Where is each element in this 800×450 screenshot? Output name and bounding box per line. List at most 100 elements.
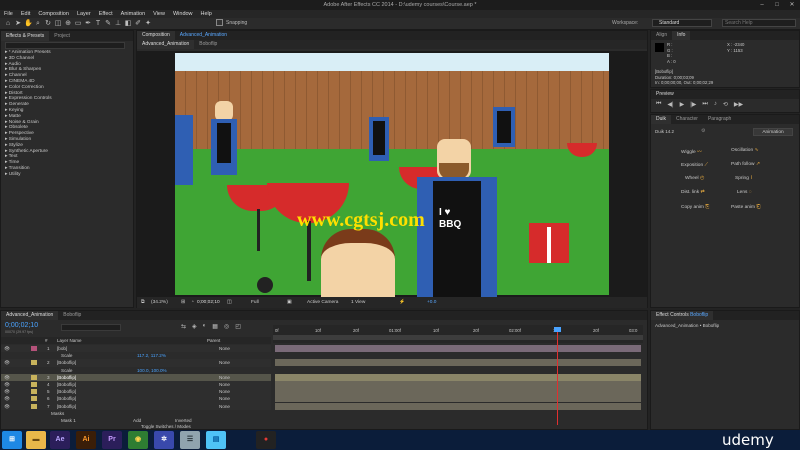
search-help-input[interactable] bbox=[722, 19, 796, 27]
mask-mode-select[interactable]: Add bbox=[133, 417, 141, 424]
menu-window[interactable]: Window bbox=[173, 10, 193, 18]
region-icon[interactable]: ▣ bbox=[287, 297, 292, 308]
playhead[interactable] bbox=[557, 329, 558, 425]
layer-bar[interactable] bbox=[275, 373, 641, 381]
menu-animation[interactable]: Animation bbox=[121, 10, 145, 18]
paste-anim-button[interactable]: Paste anim ⎗ bbox=[731, 204, 760, 210]
comp-mini-flow-icon[interactable]: ⇆ bbox=[181, 323, 186, 330]
views-select[interactable]: 1 View bbox=[351, 297, 365, 308]
home-icon[interactable]: ⌂ bbox=[4, 20, 12, 28]
workspace-select[interactable]: Standard bbox=[652, 19, 712, 27]
eye-icon[interactable]: 👁 bbox=[4, 395, 10, 402]
maximize-button[interactable]: □ bbox=[770, 0, 784, 10]
roto-brush-icon[interactable]: ✐ bbox=[134, 20, 142, 28]
layer-name[interactable]: [bob] bbox=[57, 345, 67, 352]
rectangle-tool-icon[interactable]: ▭ bbox=[74, 20, 82, 28]
wheel-button[interactable]: Wheel ◴ bbox=[685, 176, 704, 181]
menu-file[interactable]: File bbox=[4, 10, 13, 18]
eye-icon[interactable]: 👁 bbox=[4, 403, 10, 410]
layer-bar[interactable] bbox=[275, 381, 641, 388]
parent-select[interactable]: None bbox=[219, 388, 230, 395]
layer-name[interactable]: [Boboflip] bbox=[57, 395, 76, 402]
explorer-icon[interactable]: ▬ bbox=[26, 431, 46, 449]
tab-boboflip[interactable]: Boboflip bbox=[194, 40, 222, 49]
settings-icon[interactable]: ✲ bbox=[154, 431, 174, 449]
label-color[interactable] bbox=[31, 360, 37, 366]
work-area-bar[interactable] bbox=[273, 335, 643, 340]
tab-character[interactable]: Character bbox=[671, 115, 703, 124]
zoom-tool-icon[interactable]: ⌕ bbox=[34, 20, 42, 28]
menu-edit[interactable]: Edit bbox=[21, 10, 30, 18]
selection-tool-icon[interactable]: ➤ bbox=[14, 20, 22, 28]
table-row[interactable]: 👁 7 [Boboflip] None bbox=[1, 402, 271, 410]
prev-frame-icon[interactable]: ◀| bbox=[667, 101, 673, 108]
parent-select[interactable]: None bbox=[219, 381, 230, 388]
layer-bar[interactable] bbox=[275, 345, 641, 352]
eye-icon[interactable]: 👁 bbox=[4, 381, 10, 388]
label-color[interactable] bbox=[31, 374, 37, 380]
table-row[interactable]: 👁 3 [Boboflip] None bbox=[1, 373, 271, 381]
minimize-button[interactable]: – bbox=[755, 0, 769, 10]
eraser-tool-icon[interactable]: ◧ bbox=[124, 20, 132, 28]
menu-composition[interactable]: Composition bbox=[38, 10, 69, 18]
parent-select[interactable]: None bbox=[219, 345, 230, 352]
scale-value[interactable]: 117.2, 117.2% bbox=[137, 352, 166, 359]
playhead-handle[interactable] bbox=[554, 327, 561, 332]
layer-bar[interactable] bbox=[275, 359, 641, 367]
eye-icon[interactable]: 👁 bbox=[4, 359, 10, 366]
camera-select[interactable]: Active Camera bbox=[307, 297, 338, 308]
camera-tool-icon[interactable]: ◫ bbox=[54, 20, 62, 28]
layer-name[interactable]: [Boboflip] bbox=[57, 388, 76, 395]
composition-panel-title[interactable]: Composition bbox=[137, 31, 175, 40]
puppet-pin-icon[interactable]: ✦ bbox=[144, 20, 152, 28]
timeline-search-input[interactable] bbox=[61, 324, 121, 331]
pen-tool-icon[interactable]: ✒ bbox=[84, 20, 92, 28]
files-icon[interactable]: ▤ bbox=[206, 431, 226, 449]
table-row[interactable]: 👁 1 [bob] None bbox=[1, 345, 271, 353]
after-effects-icon[interactable]: Ae bbox=[50, 431, 70, 449]
draft-3d-icon[interactable]: ◈ bbox=[192, 323, 197, 330]
composition-viewer[interactable]: I ♥ BBQ www.cgtsj.com bbox=[137, 51, 647, 299]
motion-blur-icon[interactable]: ◎ bbox=[224, 323, 229, 330]
label-color[interactable] bbox=[31, 403, 37, 409]
label-color[interactable] bbox=[31, 389, 37, 395]
table-row[interactable]: 👁 4 [Boboflip] None bbox=[1, 381, 271, 389]
copy-anim-button[interactable]: Copy anim ⎘ bbox=[681, 204, 709, 210]
eye-icon[interactable]: 👁 bbox=[4, 374, 10, 381]
magnification-icon[interactable]: ⧉ bbox=[141, 297, 144, 308]
ram-preview-icon[interactable]: ▶▶ bbox=[734, 101, 743, 108]
clone-stamp-icon[interactable]: ⊥ bbox=[114, 20, 122, 28]
premiere-icon[interactable]: Pr bbox=[102, 431, 122, 449]
tab-effect-controls[interactable]: Effect Controls Boboflip bbox=[651, 311, 714, 320]
exposition-button[interactable]: Exposition ⟋ bbox=[681, 162, 708, 168]
snapping-checkbox[interactable] bbox=[216, 19, 223, 26]
hand-tool-icon[interactable]: ✋ bbox=[24, 20, 33, 28]
layer-name[interactable]: [Boboflip] bbox=[57, 381, 76, 388]
menu-view[interactable]: View bbox=[153, 10, 165, 18]
parent-select[interactable]: None bbox=[219, 359, 230, 366]
graph-editor-icon[interactable]: ◰ bbox=[235, 323, 241, 330]
rotate-tool-icon[interactable]: ↻ bbox=[44, 20, 52, 28]
tab-advanced-animation[interactable]: Advanced_Animation bbox=[1, 311, 59, 320]
close-button[interactable]: ✕ bbox=[785, 0, 799, 10]
table-row[interactable]: Mask 1 Add Inverted bbox=[1, 417, 271, 424]
play-icon[interactable]: ▶ bbox=[680, 101, 685, 108]
layer-name[interactable]: [Boboflip] bbox=[57, 403, 76, 410]
last-frame-icon[interactable]: ⏭ bbox=[702, 101, 707, 108]
resolution-select[interactable]: Full bbox=[251, 297, 259, 308]
current-time-display[interactable]: 0;00;02;10 bbox=[5, 322, 38, 329]
record-icon[interactable]: ● bbox=[256, 431, 276, 449]
table-row[interactable]: 👁 2 [Boboflip] None bbox=[1, 359, 271, 367]
label-color[interactable] bbox=[31, 396, 37, 402]
loop-icon[interactable]: ⟲ bbox=[723, 101, 728, 108]
illustrator-icon[interactable]: Ai bbox=[76, 431, 96, 449]
eye-icon[interactable]: 👁 bbox=[4, 388, 10, 395]
grid-icon[interactable]: ⊞ bbox=[181, 297, 185, 308]
layer-bar[interactable] bbox=[275, 388, 641, 396]
layer-name[interactable]: [Boboflip] bbox=[57, 359, 76, 366]
tab-paragraph[interactable]: Paragraph bbox=[703, 115, 736, 124]
duik-settings-icon[interactable]: ⚙ bbox=[701, 128, 709, 135]
oscillation-button[interactable]: Oscillation ∿ bbox=[731, 148, 759, 153]
tab-advanced-animation[interactable]: Advanced_Animation bbox=[137, 40, 195, 49]
toggle-switches-modes[interactable]: Toggle Switches / Modes bbox=[141, 424, 191, 429]
